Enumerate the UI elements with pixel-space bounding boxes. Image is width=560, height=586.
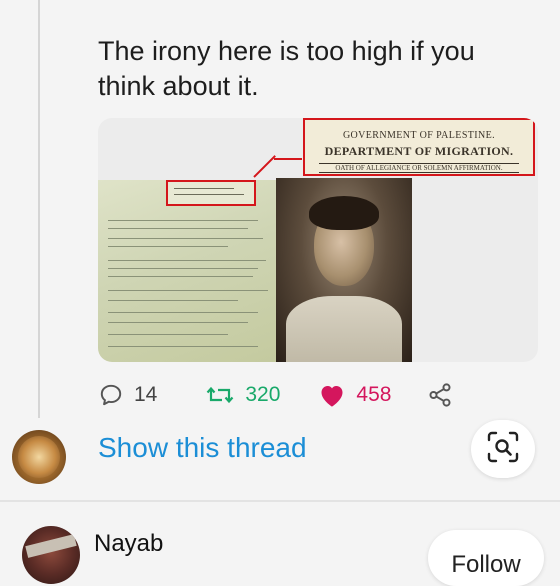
retweet-icon [205,382,235,408]
lens-search-icon [486,430,520,469]
highlight-banner: GOVERNMENT OF PALESTINE. DEPARTMENT OF M… [303,118,535,176]
follow-button[interactable]: Follow [428,530,544,586]
like-button[interactable]: 458 [318,378,391,412]
show-thread-link[interactable]: Show this thread [98,432,307,464]
user-avatar[interactable] [22,526,80,584]
pointer-arrow [253,155,276,178]
banner-line-1: GOVERNMENT OF PALESTINE. [342,130,496,141]
like-count: 458 [356,383,392,406]
lens-search-button[interactable] [471,420,535,478]
share-button[interactable] [427,378,453,412]
tweet-media-image[interactable]: GOVERNMENT OF PALESTINE. DEPARTMENT OF M… [98,118,538,362]
reply-count: 14 [134,383,158,406]
retweet-button[interactable]: 320 [205,378,280,412]
share-icon [427,382,453,408]
author-avatar[interactable] [12,430,66,484]
document-scan [98,180,276,362]
divider [0,500,560,502]
retweet-count: 320 [245,383,281,406]
reply-button[interactable]: 14 [98,378,157,412]
tweet-actions: 14 320 458 [98,378,518,412]
highlight-box [166,180,256,206]
banner-line-3: OATH OF ALLEGIANCE OR SOLEMN AFFIRMATION… [319,163,519,173]
banner-line-2: DEPARTMENT OF MIGRATION. [324,144,514,158]
tweet-text: The irony here is too high if you think … [98,36,475,101]
thread-line [38,0,40,418]
heart-icon [318,382,346,408]
username[interactable]: Nayab [94,530,163,558]
portrait-photo [276,178,412,362]
reply-icon [98,382,124,408]
